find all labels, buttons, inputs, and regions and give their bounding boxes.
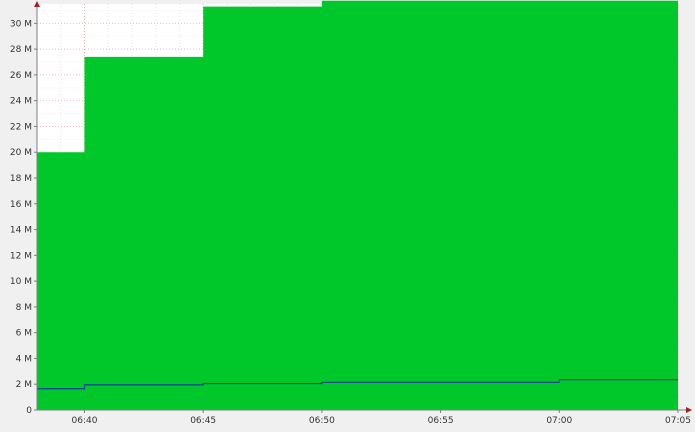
x-tick-label: 06:40 bbox=[72, 416, 98, 426]
x-tick-label: 07:00 bbox=[546, 416, 572, 426]
y-tick-label: 20 M bbox=[10, 148, 32, 158]
y-tick-label: 4 M bbox=[16, 354, 32, 364]
chart-container: 0 2 M 4 M 6 M 8 M 10 M 12 M 14 M 16 M 18 M 20 M 22 … bbox=[0, 0, 695, 432]
y-tick-label: 22 M bbox=[10, 122, 32, 132]
area-chart: 0 2 M 4 M 6 M 8 M 10 M 12 M 14 M 16 M 18 M 20 M 22 … bbox=[0, 0, 695, 432]
y-tick-label: 18 M bbox=[10, 174, 32, 184]
series-group bbox=[37, 0, 678, 411]
y-tick-label: 24 M bbox=[10, 97, 32, 107]
x-tick-label: 06:45 bbox=[190, 416, 216, 426]
y-tick-label: 12 M bbox=[10, 251, 32, 261]
x-tick-label: 06:50 bbox=[309, 416, 335, 426]
y-tick-label: 26 M bbox=[10, 71, 32, 81]
y-tick-label: 6 M bbox=[16, 329, 32, 339]
y-tick-label: 0 bbox=[26, 406, 32, 416]
y-tick-label: 28 M bbox=[10, 45, 32, 55]
x-tick-label: 07:05 bbox=[665, 416, 691, 426]
y-tick-label: 16 M bbox=[10, 200, 32, 210]
y-tick-label: 2 M bbox=[16, 380, 32, 390]
y-tick-label: 8 M bbox=[16, 303, 32, 313]
series-area-0 bbox=[37, 0, 678, 411]
y-tick-label: 30 M bbox=[10, 19, 32, 29]
x-tick-label: 06:55 bbox=[428, 416, 454, 426]
y-tick-label: 10 M bbox=[10, 277, 32, 287]
y-tick-label: 14 M bbox=[10, 226, 32, 236]
